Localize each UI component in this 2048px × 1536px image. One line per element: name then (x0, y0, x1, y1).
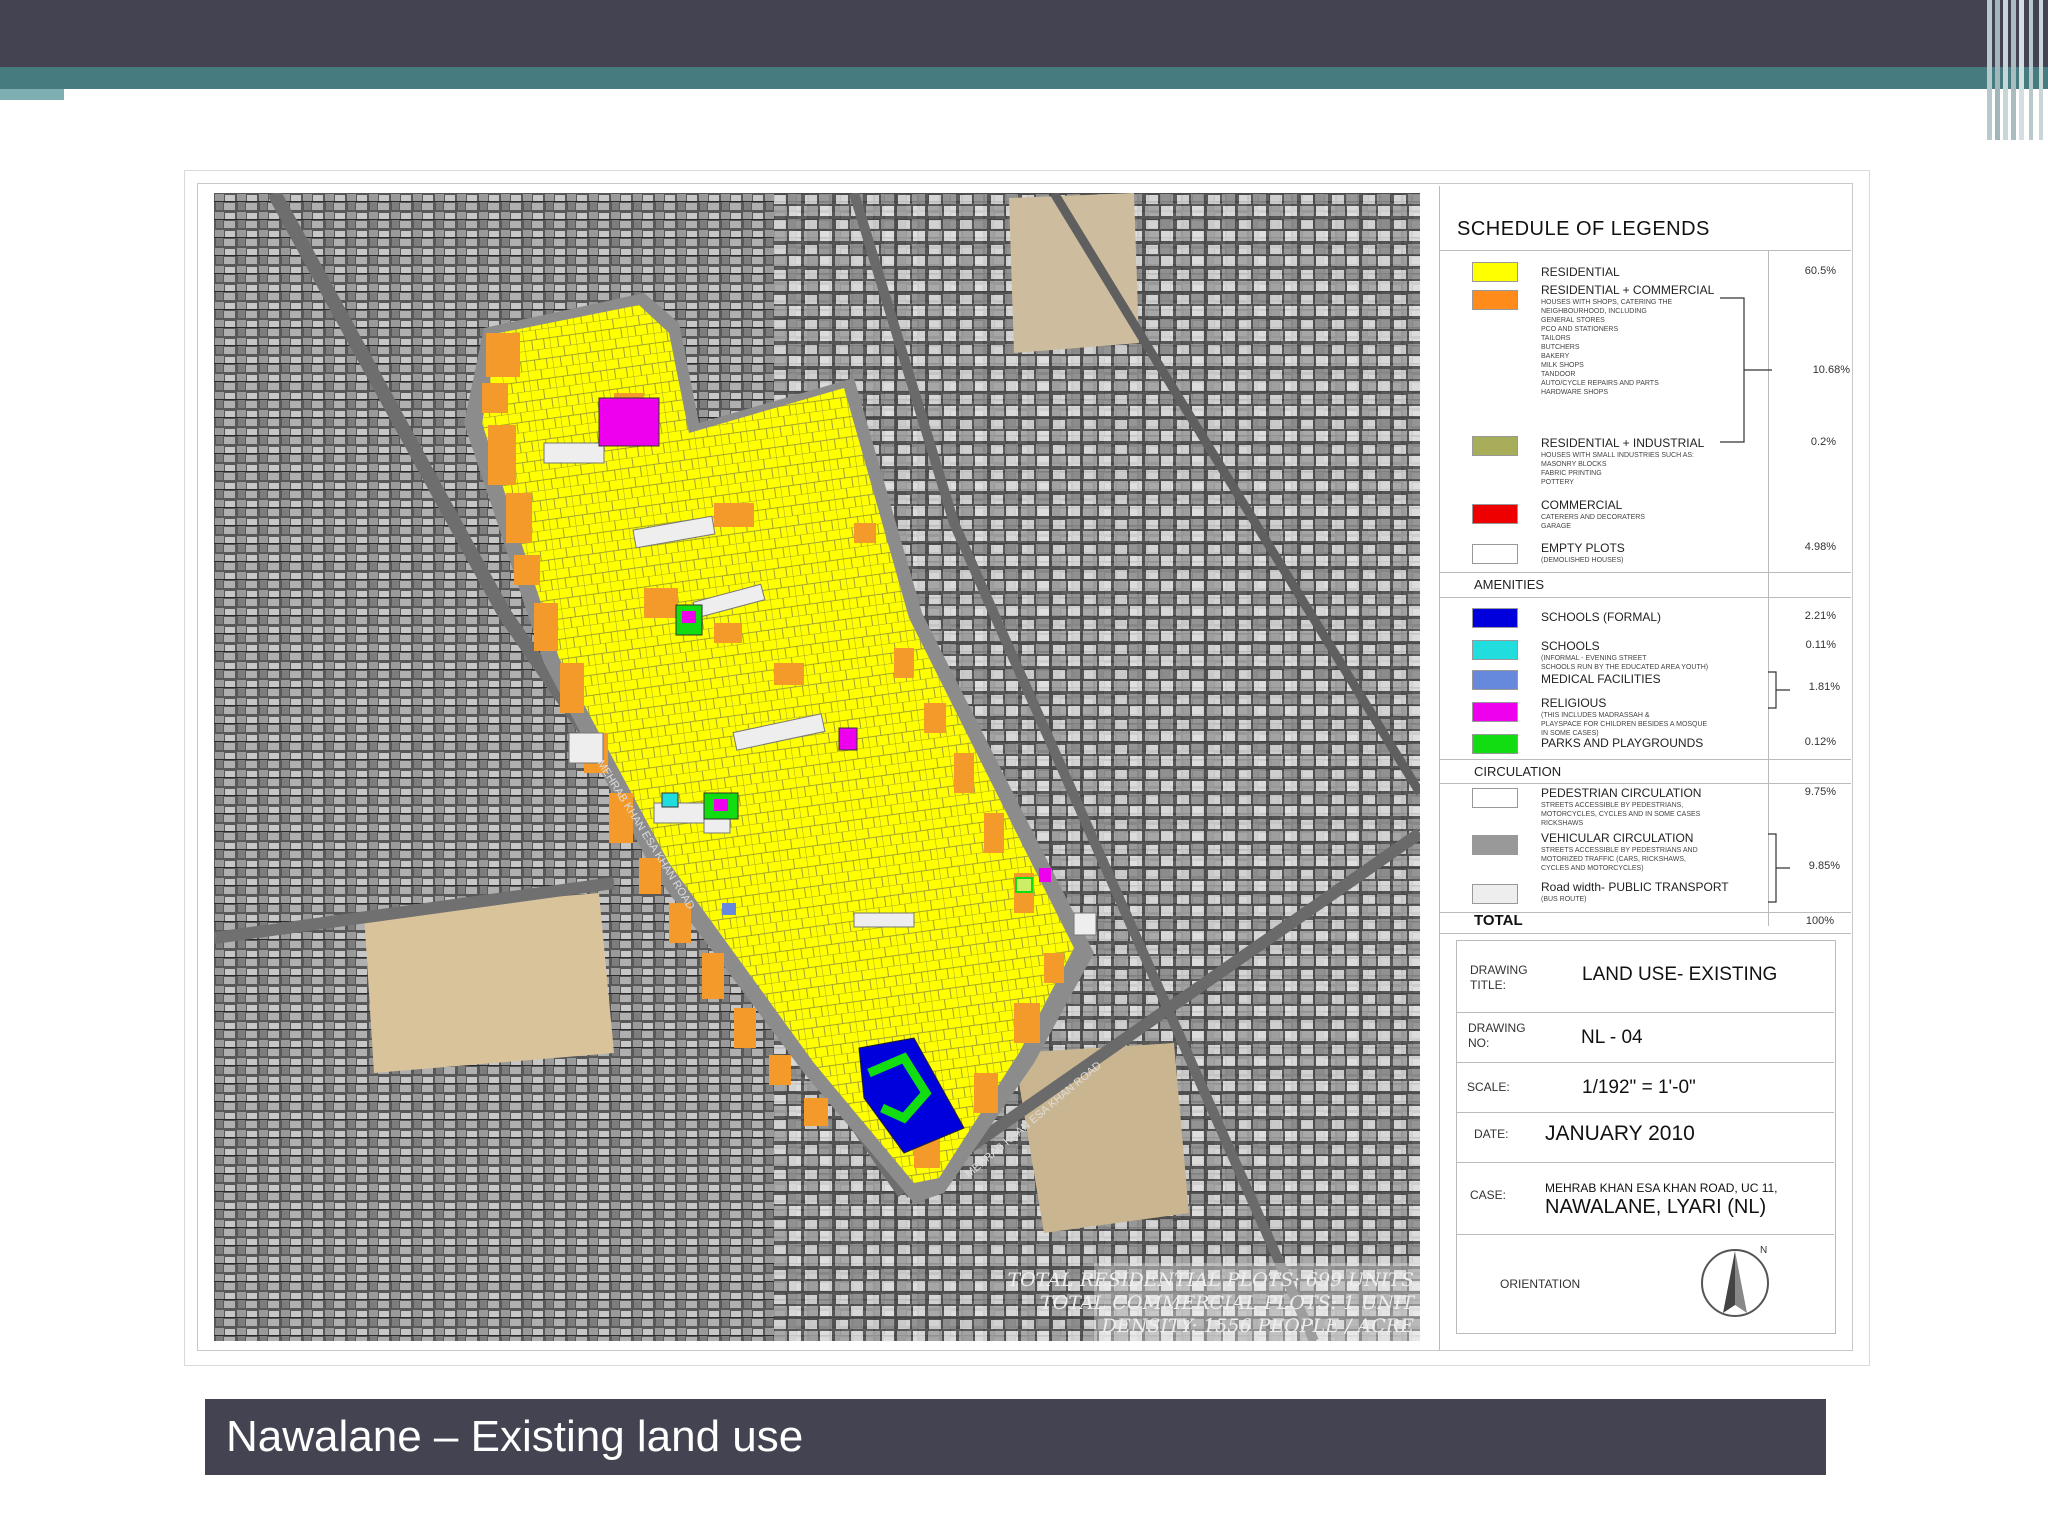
total-label: TOTAL (1474, 912, 1523, 929)
slide-header-bar (0, 0, 1985, 67)
legend-percent: 4.98% (1804, 541, 1836, 553)
legend-label: Road width- PUBLIC TRANSPORT (1541, 880, 1729, 894)
religious-plot (682, 611, 696, 623)
legend-swatch (1472, 504, 1518, 524)
legend-swatch (1472, 835, 1518, 855)
legend-description: HOUSES WITH SHOPS, CATERING THE NEIGHBOU… (1541, 299, 1673, 396)
medical-plot (722, 903, 736, 915)
legend-divider (1439, 933, 1851, 934)
legend-percent: 2.21% (1804, 610, 1836, 622)
legend-swatch (1472, 436, 1518, 456)
title-block-divider (1456, 1062, 1834, 1063)
legend-bracket (1720, 297, 1772, 443)
circulation-heading: CIRCULATION (1474, 764, 1562, 779)
religious-plot (838, 727, 858, 751)
orientation-label: ORIENTATION (1500, 1277, 1581, 1291)
informal-school-plot (661, 792, 679, 808)
legend-divider (1439, 759, 1851, 760)
legend-swatch (1472, 670, 1518, 690)
legend-swatch (1472, 884, 1518, 904)
legend-swatch (1472, 290, 1518, 310)
legend-description: STREETS ACCESSIBLE BY PEDESTRIANS AND MO… (1541, 847, 1698, 872)
drawing-title-label: DRAWING TITLE: (1470, 963, 1528, 992)
legend-swatch (1472, 702, 1518, 722)
legend-label: RESIDENTIAL + COMMERCIAL (1541, 283, 1715, 297)
legend-label: RESIDENTIAL + INDUSTRIAL (1541, 436, 1705, 450)
legend-description: (DEMOLISHED HOUSES) (1541, 557, 1624, 564)
legend-label: SCHOOLS (FORMAL) (1541, 610, 1662, 624)
legend-label: PARKS AND PLAYGROUNDS (1541, 736, 1704, 750)
legend-percent: 10.68% (1812, 364, 1850, 376)
title-block-divider (1456, 1012, 1834, 1013)
date-value: JANUARY 2010 (1545, 1122, 1695, 1145)
total-percent: 100% (1805, 915, 1834, 927)
north-letter: N (1760, 1245, 1768, 1256)
legend-bracket (1768, 671, 1790, 709)
legend-label: RELIGIOUS (1541, 696, 1607, 710)
drawing-no-label: DRAWING NO: (1468, 1021, 1526, 1050)
legend-swatch (1472, 640, 1518, 660)
legend-bracket (1768, 833, 1790, 903)
land-use-map: MEHRAB KHAN ESA KHAN ROAD MEHRAB KHAN ES… (214, 193, 1420, 1341)
religious-plot (714, 799, 728, 811)
legend-label: SCHOOLS (1541, 639, 1600, 653)
scale-label: SCALE: (1467, 1080, 1510, 1094)
title-block-divider (1456, 1162, 1834, 1163)
legend-description: (THIS INCLUDES MADRASSAH & PLAYSPACE FOR… (1541, 712, 1708, 737)
slide-caption: Nawalane – Existing land use (226, 1412, 804, 1461)
legend-divider (1439, 597, 1851, 598)
legend-label: EMPTY PLOTS (1541, 541, 1625, 555)
density-note: DENSITY: 1556 PEOPLE / ACRE (1101, 1315, 1414, 1337)
legend-description: CATERERS AND DECORATERS GARAGE (1541, 514, 1645, 530)
legend-swatch (1472, 734, 1518, 754)
playground-area (364, 893, 614, 1073)
religious-plot (1039, 868, 1051, 882)
legend-description: STREETS ACCESSIBLE BY PEDESTRIANS, MOTOR… (1541, 802, 1701, 827)
park-plot (1015, 877, 1033, 893)
legend-percent: 9.75% (1804, 786, 1836, 798)
case-label: CASE: (1470, 1188, 1507, 1202)
legend-description: (BUS ROUTE) (1541, 896, 1587, 903)
drawing-number: NL - 04 (1581, 1027, 1643, 1048)
commercial-plots-note: TOTAL COMMERCIAL PLOTS: 1 UNIT (1040, 1292, 1414, 1314)
legend-description: HOUSES WITH SMALL INDUSTRIES SUCH AS: MA… (1541, 452, 1694, 486)
legend-divider (1439, 783, 1851, 784)
legend-swatch (1472, 544, 1518, 564)
corner-decoration (1985, 0, 2048, 140)
residential-plots-note: TOTAL RESIDENTIAL PLOTS: 699 UNITS (1007, 1269, 1415, 1291)
legend-title: SCHEDULE OF LEGENDS (1457, 218, 1710, 240)
legend-swatch (1472, 262, 1518, 282)
religious-plot (598, 397, 660, 447)
scale-value: 1/192" = 1'-0" (1582, 1077, 1696, 1098)
legend-label: PEDESTRIAN CIRCULATION (1541, 786, 1702, 800)
legend-percent: 0.11% (1805, 639, 1836, 651)
legend-divider (1439, 572, 1851, 573)
legend-percent: 0.12% (1804, 736, 1836, 748)
slide-accent-stub (0, 89, 64, 100)
open-ground-top (1009, 193, 1139, 353)
legend-divider (1439, 250, 1851, 251)
title-block-divider (1456, 1112, 1834, 1113)
legend-percent: 0.2% (1810, 436, 1836, 448)
slide-accent-bar (0, 67, 1985, 89)
legend-label: COMMERCIAL (1541, 498, 1623, 512)
amenities-heading: AMENITIES (1474, 577, 1545, 592)
legend-label: VEHICULAR CIRCULATION (1541, 831, 1694, 845)
map-statistics-note: TOTAL RESIDENTIAL PLOTS: 699 UNITS TOTAL… (1008, 1269, 1415, 1338)
aerial-map: MEHRAB KHAN ESA KHAN ROAD MEHRAB KHAN ES… (214, 193, 1420, 1341)
legend-label: MEDICAL FACILITIES (1541, 672, 1661, 686)
case-location: NAWALANE, LYARI (NL) (1545, 1196, 1767, 1218)
date-label: DATE: (1474, 1127, 1509, 1141)
legend-swatch (1472, 608, 1518, 628)
title-block-divider (1456, 1234, 1834, 1235)
legend-swatch (1472, 788, 1518, 808)
drawing-title: LAND USE- EXISTING (1582, 964, 1778, 985)
legend-label: RESIDENTIAL (1541, 265, 1620, 279)
legend-description: (INFORMAL - EVENING STREET SCHOOLS RUN B… (1541, 655, 1709, 671)
open-ground (1014, 1043, 1189, 1233)
case-address: MEHRAB KHAN ESA KHAN ROAD, UC 11, (1545, 1181, 1778, 1195)
legend-percent: 60.5% (1804, 265, 1836, 277)
